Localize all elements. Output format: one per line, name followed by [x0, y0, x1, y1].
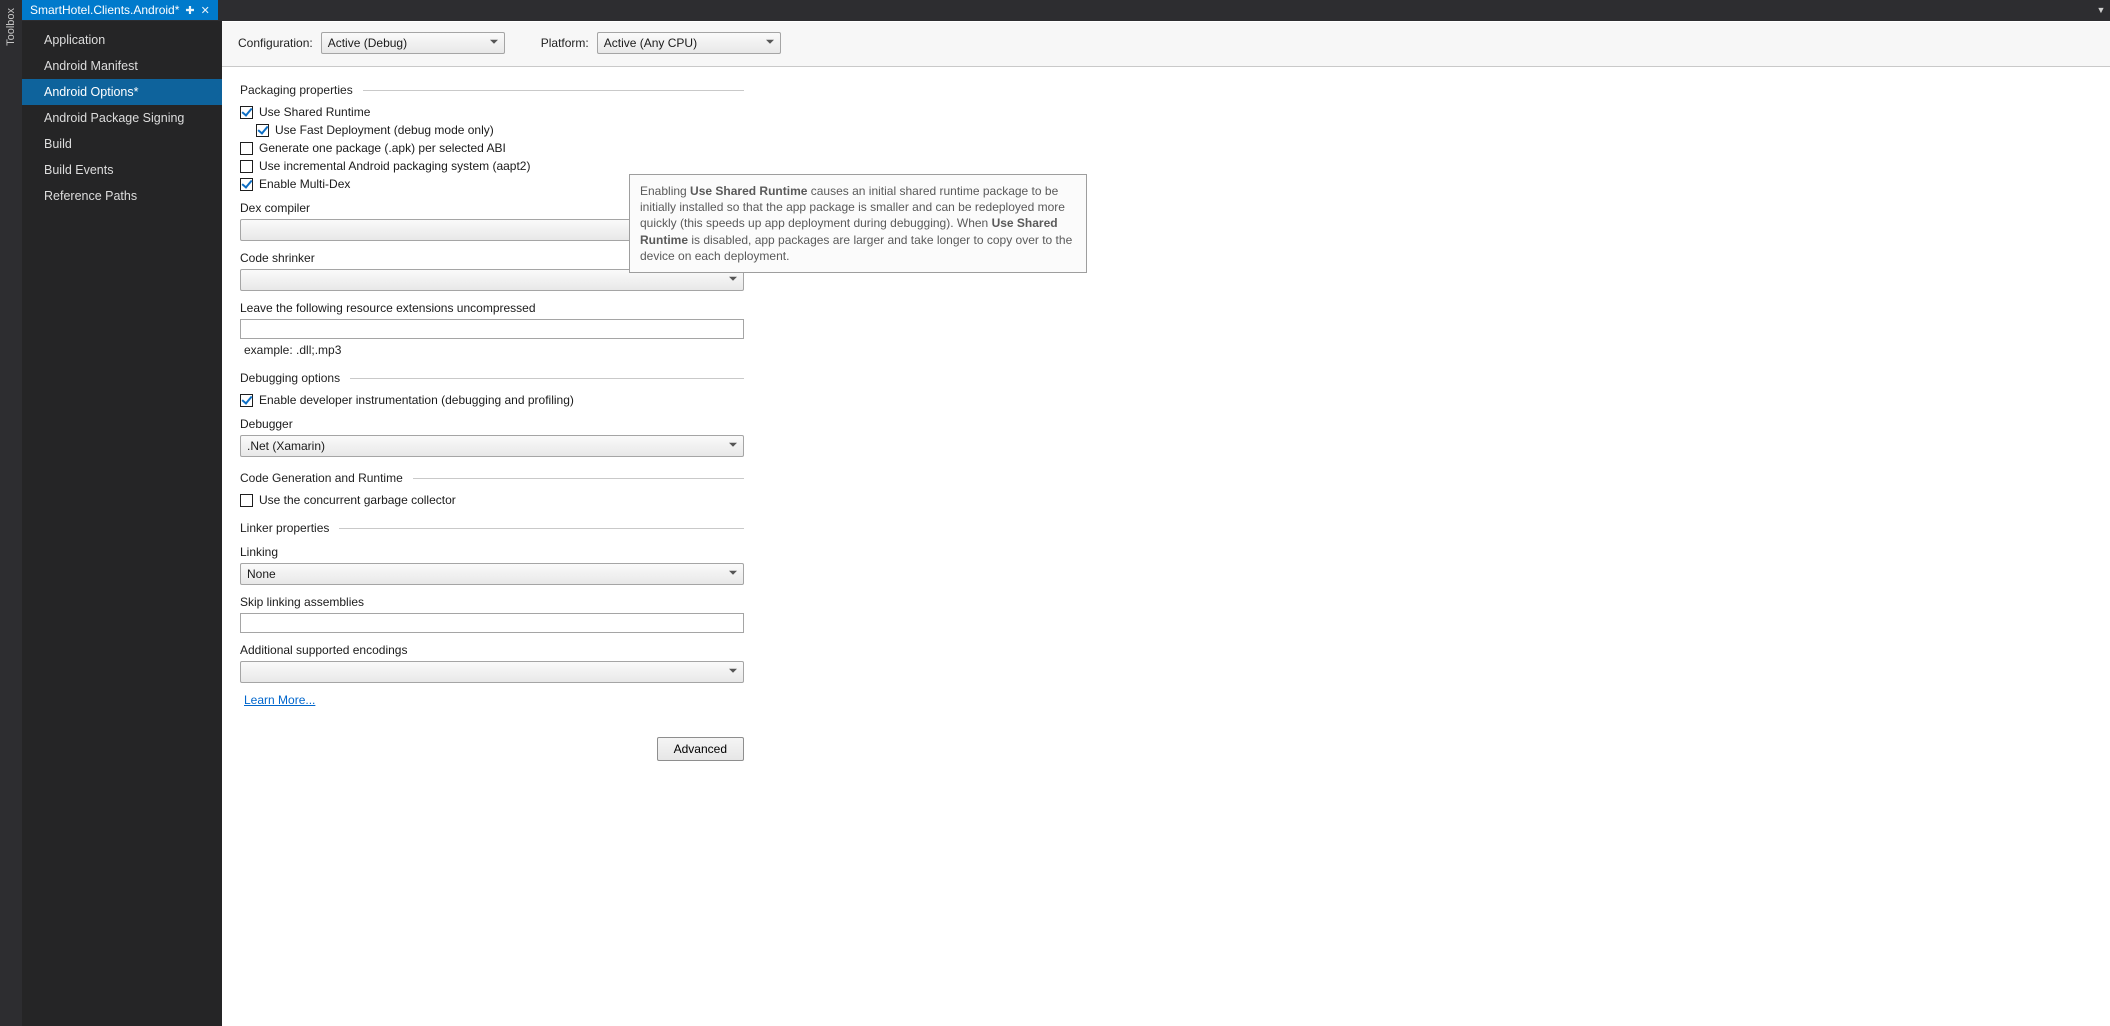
- enable-instrumentation-checkbox[interactable]: [240, 394, 253, 407]
- advanced-row: Advanced: [240, 737, 744, 761]
- use-fast-deployment-checkbox[interactable]: [256, 124, 269, 137]
- linking-label: Linking: [240, 545, 2092, 559]
- leave-uncompressed-label: Leave the following resource extensions …: [240, 301, 2092, 315]
- learn-more-link[interactable]: Learn More...: [244, 693, 315, 707]
- sidebar-item-android-options[interactable]: Android Options*: [22, 79, 222, 105]
- close-icon[interactable]: ✕: [201, 4, 210, 17]
- tab-title: SmartHotel.Clients.Android*: [30, 3, 179, 17]
- sidebar-item-application[interactable]: Application: [22, 27, 222, 53]
- advanced-button[interactable]: Advanced: [657, 737, 744, 761]
- sidebar-item-android-package-signing[interactable]: Android Package Signing: [22, 105, 222, 131]
- tooltip-text-3: is disabled, app packages are larger and…: [640, 233, 1072, 263]
- toolbox-strip[interactable]: Toolbox: [0, 0, 22, 1026]
- enable-multidex-row: Enable Multi-Dex: [240, 177, 2092, 191]
- generate-one-package-label: Generate one package (.apk) per selected…: [259, 141, 506, 155]
- platform-label: Platform:: [541, 36, 589, 50]
- dex-compiler-label: Dex compiler: [240, 201, 2092, 215]
- sidebar-item-reference-paths[interactable]: Reference Paths: [22, 183, 222, 209]
- platform-combo[interactable]: Active (Any CPU): [597, 32, 781, 54]
- generate-one-package-row: Generate one package (.apk) per selected…: [240, 141, 2092, 155]
- configuration-row: Configuration: Active (Debug) Platform: …: [222, 21, 2110, 67]
- tooltip: Enabling Use Shared Runtime causes an in…: [629, 174, 1087, 273]
- sidebar: Application Android Manifest Android Opt…: [22, 21, 222, 1026]
- section-linker-title-text: Linker properties: [240, 521, 329, 535]
- section-codegen-title-text: Code Generation and Runtime: [240, 471, 403, 485]
- use-incremental-row: Use incremental Android packaging system…: [240, 159, 2092, 173]
- generate-one-package-checkbox[interactable]: [240, 142, 253, 155]
- sidebar-item-build[interactable]: Build: [22, 131, 222, 157]
- enable-multidex-checkbox[interactable]: [240, 178, 253, 191]
- divider-icon: [339, 528, 744, 529]
- sidebar-item-build-events[interactable]: Build Events: [22, 157, 222, 183]
- additional-encodings-combo[interactable]: [240, 661, 744, 683]
- use-fast-deployment-label: Use Fast Deployment (debug mode only): [275, 123, 494, 137]
- debugger-combo[interactable]: .Net (Xamarin): [240, 435, 744, 457]
- configuration-value: Active (Debug): [328, 36, 407, 50]
- skip-linking-input[interactable]: [240, 613, 744, 633]
- divider-icon: [363, 90, 744, 91]
- section-codegen-title: Code Generation and Runtime: [240, 471, 744, 485]
- section-linker-title: Linker properties: [240, 521, 744, 535]
- section-packaging-title: Packaging properties: [240, 83, 744, 97]
- leave-uncompressed-example: example: .dll;.mp3: [244, 343, 2092, 357]
- use-incremental-label: Use incremental Android packaging system…: [259, 159, 530, 173]
- pin-icon[interactable]: ✚: [185, 4, 194, 17]
- content: Configuration: Active (Debug) Platform: …: [222, 21, 2110, 1026]
- tooltip-text-1: Enabling: [640, 184, 690, 198]
- configuration-label: Configuration:: [238, 36, 313, 50]
- use-shared-runtime-label: Use Shared Runtime: [259, 105, 370, 119]
- tab-bar: SmartHotel.Clients.Android* ✚ ✕ ▼: [22, 0, 2110, 21]
- toolbox-label: Toolbox: [5, 8, 17, 46]
- linking-value: None: [247, 567, 276, 581]
- debugger-value: .Net (Xamarin): [247, 439, 325, 453]
- concurrent-gc-checkbox[interactable]: [240, 494, 253, 507]
- divider-icon: [413, 478, 744, 479]
- use-incremental-checkbox[interactable]: [240, 160, 253, 173]
- divider-icon: [350, 378, 744, 379]
- configuration-combo[interactable]: Active (Debug): [321, 32, 505, 54]
- enable-instrumentation-label: Enable developer instrumentation (debugg…: [259, 393, 574, 407]
- leave-uncompressed-input[interactable]: [240, 319, 744, 339]
- tooltip-bold-1: Use Shared Runtime: [690, 184, 807, 198]
- section-debugging-title: Debugging options: [240, 371, 744, 385]
- document-tab[interactable]: SmartHotel.Clients.Android* ✚ ✕: [22, 0, 218, 20]
- debugger-label: Debugger: [240, 417, 2092, 431]
- enable-instrumentation-row: Enable developer instrumentation (debugg…: [240, 393, 2092, 407]
- body-row: Application Android Manifest Android Opt…: [22, 21, 2110, 1026]
- linking-combo[interactable]: None: [240, 563, 744, 585]
- sidebar-item-android-manifest[interactable]: Android Manifest: [22, 53, 222, 79]
- use-shared-runtime-row: Use Shared Runtime: [240, 105, 2092, 119]
- skip-linking-label: Skip linking assemblies: [240, 595, 2092, 609]
- section-packaging-title-text: Packaging properties: [240, 83, 353, 97]
- use-fast-deployment-row: Use Fast Deployment (debug mode only): [256, 123, 2092, 137]
- platform-value: Active (Any CPU): [604, 36, 697, 50]
- form-area: Packaging properties Use Shared Runtime …: [222, 67, 2110, 1026]
- concurrent-gc-label: Use the concurrent garbage collector: [259, 493, 456, 507]
- enable-multidex-label: Enable Multi-Dex: [259, 177, 350, 191]
- tabbar-dropdown-icon[interactable]: ▼: [2092, 0, 2110, 20]
- code-shrinker-label: Code shrinker: [240, 251, 2092, 265]
- additional-encodings-label: Additional supported encodings: [240, 643, 2092, 657]
- concurrent-gc-row: Use the concurrent garbage collector: [240, 493, 2092, 507]
- main-column: SmartHotel.Clients.Android* ✚ ✕ ▼ Applic…: [22, 0, 2110, 1026]
- use-shared-runtime-checkbox[interactable]: [240, 106, 253, 119]
- section-debugging-title-text: Debugging options: [240, 371, 340, 385]
